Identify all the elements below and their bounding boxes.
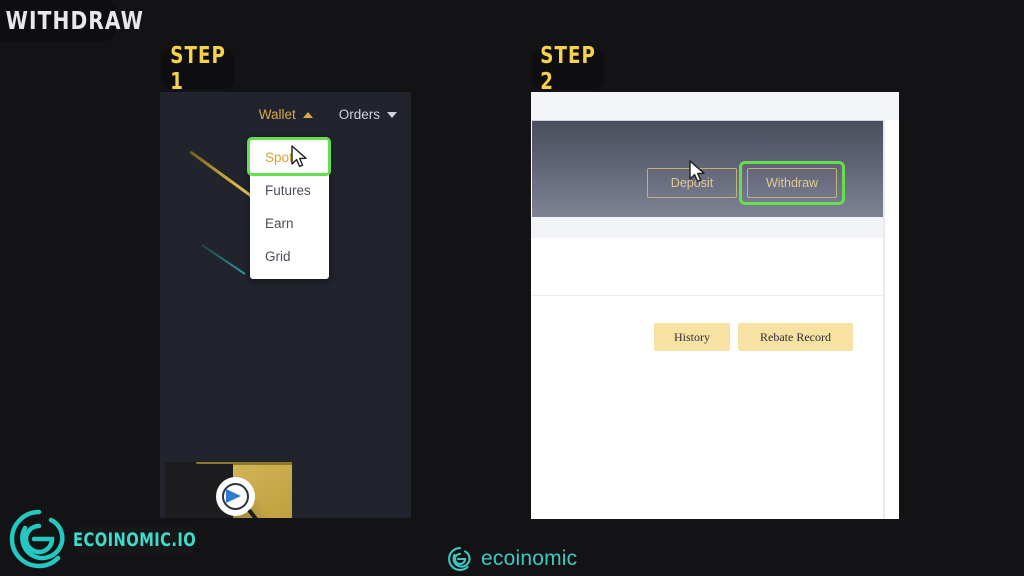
deposit-button[interactable]: Deposit: [647, 168, 737, 198]
dropdown-item-earn[interactable]: Earn: [250, 207, 329, 240]
dropdown-item-grid[interactable]: Grid: [250, 240, 329, 273]
dropdown-item-spot-label: Spot: [265, 150, 293, 165]
step-2-badge: STEP 2: [532, 43, 605, 95]
ecoinomic-footer-mark-icon: [448, 547, 471, 571]
step-1-badge: STEP 1: [162, 43, 235, 95]
nav-item-wallet-label: Wallet: [258, 107, 296, 122]
panel2-top-strip: [531, 92, 899, 120]
withdraw-button-label: Withdraw: [765, 176, 819, 190]
teal-streak-decoration: [201, 244, 246, 275]
deposit-button-label: Deposit: [670, 176, 714, 190]
page-title-badge: WITHDRAW: [0, 0, 143, 41]
ecoinomic-wordmark-badge: ECOINOMIC.IO: [73, 525, 197, 555]
dropdown-item-futures[interactable]: Futures: [250, 174, 329, 207]
history-button-label: History: [674, 329, 710, 344]
ecoinomic-logo: ECOINOMIC.IO: [4, 506, 196, 572]
gold-streak-decoration: [189, 150, 253, 198]
ecoinomic-mark-icon: [9, 509, 65, 569]
withdraw-button[interactable]: Withdraw: [747, 168, 837, 198]
ecoinomic-wordmark: ECOINOMIC.IO: [73, 529, 197, 551]
panel2-divider: [531, 295, 885, 296]
rebate-record-button[interactable]: Rebate Record: [738, 323, 853, 351]
dropdown-item-earn-label: Earn: [265, 216, 294, 231]
dropdown-item-grid-label: Grid: [265, 249, 291, 264]
nav-item-orders[interactable]: Orders: [339, 107, 397, 122]
history-button[interactable]: History: [654, 323, 730, 351]
account-banner: Deposit Withdraw: [532, 120, 884, 218]
step-1-label: STEP 1: [170, 43, 226, 95]
caret-down-icon: [387, 111, 397, 118]
panel2-gray-strip: [531, 217, 899, 238]
dropdown-item-futures-label: Futures: [265, 183, 311, 198]
panel2-right-column: [885, 120, 899, 519]
nav-item-orders-label: Orders: [338, 107, 380, 122]
ecoinomic-footer-wordmark: ecoinomic: [481, 547, 578, 570]
dropdown-item-spot[interactable]: Spot: [250, 141, 329, 174]
nav-item-wallet[interactable]: Wallet: [259, 107, 313, 122]
step-2-screenshot-panel: Deposit Withdraw History Rebate Record: [531, 92, 899, 519]
step-2-label: STEP 2: [540, 43, 596, 95]
rebate-record-button-label: Rebate Record: [760, 329, 831, 344]
page-title: WITHDRAW: [5, 6, 144, 35]
ecoinomic-footer-logo: ecoinomic: [447, 544, 607, 574]
caret-up-icon: [302, 111, 313, 118]
wallet-dropdown-menu[interactable]: Spot Futures Earn Grid: [250, 137, 329, 279]
play-arrow-icon: [226, 489, 241, 503]
wallet-navbar: Wallet Orders: [160, 92, 411, 137]
